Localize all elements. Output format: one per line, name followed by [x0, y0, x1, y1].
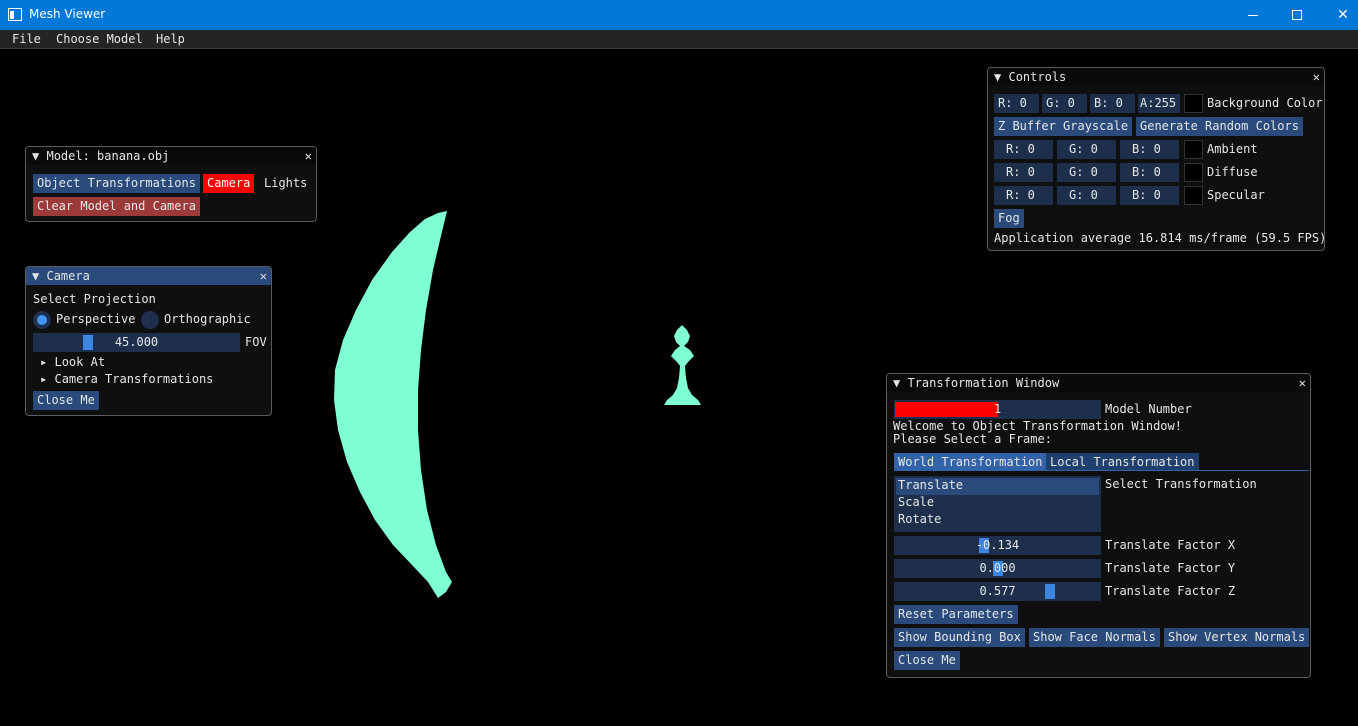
- slider-grab[interactable]: [1045, 584, 1055, 599]
- model-number-value: 1: [994, 402, 1002, 416]
- background-g-field[interactable]: G: 0: [1042, 94, 1087, 113]
- specular-color-swatch[interactable]: [1184, 186, 1203, 205]
- translate-factor-z-slider[interactable]: 0.577: [894, 582, 1101, 601]
- background-a-field[interactable]: A:255: [1138, 94, 1180, 113]
- model-window-titlebar[interactable]: ▼ Model: banana.obj ✕: [26, 147, 316, 165]
- ambient-label: Ambient: [1207, 142, 1258, 156]
- look-at-label: Look At: [54, 355, 106, 369]
- transformation-window-title: Transformation Window: [907, 376, 1060, 390]
- specular-r-field[interactable]: R: 0: [994, 186, 1053, 205]
- background-r-field[interactable]: R: 0: [994, 94, 1039, 113]
- banana-mesh: [334, 211, 452, 598]
- select-transformation-label: Select Transformation: [1105, 477, 1257, 491]
- ambient-color-swatch[interactable]: [1184, 140, 1203, 159]
- camera-window-titlebar[interactable]: ▼ Camera ✕: [26, 267, 271, 285]
- show-vertex-normals-button[interactable]: Show Vertex Normals: [1164, 628, 1310, 647]
- perspective-radio[interactable]: [33, 311, 51, 329]
- close-icon[interactable]: ✕: [305, 147, 312, 165]
- translate-factor-z-value: 0.577: [979, 584, 1016, 598]
- controls-window-title: Controls: [1008, 70, 1067, 84]
- model-number-slider[interactable]: 1: [894, 400, 1101, 419]
- model-number-label: Model Number: [1105, 402, 1192, 416]
- fov-slider[interactable]: 45.000: [33, 333, 240, 352]
- chess-bishop-mesh: [664, 325, 701, 405]
- fov-label: FOV: [245, 335, 267, 349]
- close-icon[interactable]: ✕: [260, 267, 267, 285]
- orthographic-label[interactable]: Orthographic: [164, 310, 251, 329]
- specular-label: Specular: [1207, 188, 1265, 202]
- background-color-label: Background Color: [1207, 96, 1323, 110]
- diffuse-r-field[interactable]: R: 0: [994, 163, 1053, 182]
- select-projection-label: Select Projection: [33, 292, 156, 306]
- collapse-arrow-icon[interactable]: ▼: [994, 70, 1001, 84]
- specular-b-field[interactable]: B: 0: [1120, 186, 1179, 205]
- fog-button[interactable]: Fog: [994, 209, 1024, 228]
- collapse-arrow-icon[interactable]: ▼: [32, 269, 39, 283]
- diffuse-g-field[interactable]: G: 0: [1057, 163, 1116, 182]
- controls-window[interactable]: ▼ Controls ✕ R: 0 G: 0 B: 0 A:255 Backgr…: [987, 67, 1325, 251]
- reset-parameters-button[interactable]: Reset Parameters: [894, 605, 1018, 624]
- slider-grab[interactable]: [83, 335, 93, 350]
- select-frame-text: Please Select a Frame:: [893, 432, 1052, 446]
- list-item-rotate[interactable]: Rotate: [898, 511, 941, 528]
- translate-factor-x-value: -0.134: [975, 538, 1020, 552]
- camera-close-button[interactable]: Close Me: [33, 391, 99, 410]
- tree-arrow-icon: ▸: [40, 372, 48, 386]
- translate-factor-y-slider[interactable]: 0.000: [894, 559, 1101, 578]
- diffuse-b-field[interactable]: B: 0: [1120, 163, 1179, 182]
- tab-underline: [894, 470, 1309, 471]
- controls-window-titlebar[interactable]: ▼ Controls ✕: [988, 68, 1324, 86]
- ambient-g-field[interactable]: G: 0: [1057, 140, 1116, 159]
- collapse-arrow-icon[interactable]: ▼: [893, 376, 900, 390]
- model-window[interactable]: ▼ Model: banana.obj ✕ Object Transformat…: [25, 146, 317, 222]
- ambient-r-field[interactable]: R: 0: [994, 140, 1053, 159]
- tab-local-transformation[interactable]: Local Transformation: [1046, 453, 1199, 471]
- ambient-b-field[interactable]: B: 0: [1120, 140, 1179, 159]
- show-bounding-box-button[interactable]: Show Bounding Box: [894, 628, 1025, 647]
- fov-value: 45.000: [114, 335, 159, 349]
- close-icon[interactable]: ✕: [1299, 374, 1306, 392]
- translate-factor-z-label: Translate Factor Z: [1105, 584, 1236, 598]
- lights-button[interactable]: Lights: [260, 174, 311, 193]
- camera-window[interactable]: ▼ Camera ✕ Select Projection Perspective…: [25, 266, 272, 416]
- specular-g-field[interactable]: G: 0: [1057, 186, 1116, 205]
- tree-arrow-icon: ▸: [40, 355, 48, 369]
- close-icon[interactable]: ✕: [1313, 68, 1320, 86]
- translate-factor-y-value: 0.000: [979, 561, 1016, 575]
- slider-grab[interactable]: [895, 402, 998, 417]
- translate-factor-x-label: Translate Factor X: [1105, 538, 1236, 552]
- fps-text: Application average 16.814 ms/frame (59.…: [994, 231, 1325, 245]
- camera-window-title: Camera: [46, 269, 90, 283]
- perspective-label[interactable]: Perspective: [56, 310, 135, 329]
- diffuse-color-swatch[interactable]: [1184, 163, 1203, 182]
- camera-transformations-tree-node[interactable]: ▸ Camera Transformations: [40, 370, 213, 389]
- collapse-arrow-icon[interactable]: ▼: [32, 149, 39, 163]
- generate-random-colors-button[interactable]: Generate Random Colors: [1136, 117, 1303, 136]
- model-window-title: Model: banana.obj: [46, 149, 170, 163]
- tab-world-transformation[interactable]: World Transformation: [894, 453, 1047, 471]
- camera-transformations-label: Camera Transformations: [54, 372, 214, 386]
- camera-button[interactable]: Camera: [203, 174, 255, 193]
- transformation-window[interactable]: ▼ Transformation Window ✕ 1 Model Number…: [886, 373, 1311, 678]
- orthographic-radio[interactable]: [141, 311, 159, 329]
- transformation-window-titlebar[interactable]: ▼ Transformation Window ✕: [887, 374, 1310, 392]
- diffuse-label: Diffuse: [1207, 165, 1258, 179]
- background-b-field[interactable]: B: 0: [1090, 94, 1135, 113]
- clear-model-and-camera-button[interactable]: Clear Model and Camera: [33, 197, 200, 216]
- translate-factor-x-slider[interactable]: -0.134: [894, 536, 1101, 555]
- translate-factor-y-label: Translate Factor Y: [1105, 561, 1236, 575]
- z-buffer-grayscale-button[interactable]: Z Buffer Grayscale: [994, 117, 1133, 136]
- object-transformations-button[interactable]: Object Transformations: [33, 174, 200, 193]
- transformation-listbox[interactable]: Translate Scale Rotate: [894, 476, 1101, 532]
- show-face-normals-button[interactable]: Show Face Normals: [1029, 628, 1160, 647]
- list-item-translate[interactable]: Translate: [898, 477, 963, 494]
- list-item-scale[interactable]: Scale: [898, 494, 934, 511]
- transformation-close-button[interactable]: Close Me: [894, 651, 960, 670]
- background-color-swatch[interactable]: [1184, 94, 1203, 113]
